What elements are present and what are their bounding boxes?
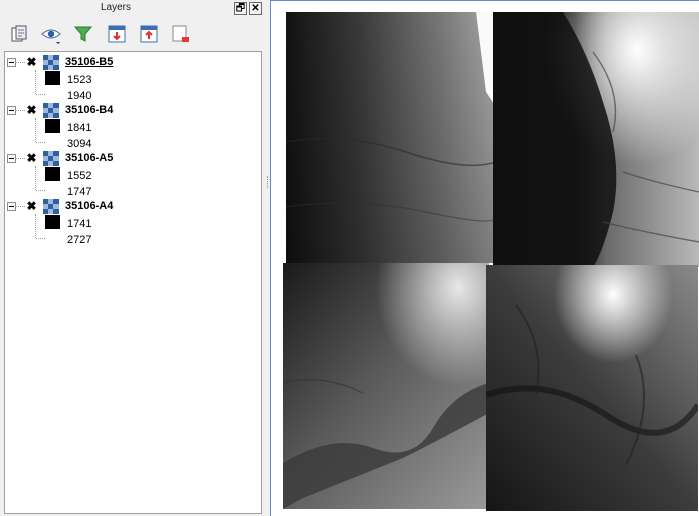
tree-connector: [36, 94, 45, 95]
legend-row-max: 1747: [5, 183, 261, 199]
float-panel-button[interactable]: 🗗: [234, 2, 247, 15]
layers-toolbar: [4, 18, 264, 48]
legend-row-min: 1841: [5, 119, 261, 135]
raster-layer-icon: [43, 55, 59, 70]
layer-name: 35106-A5: [65, 152, 114, 164]
legend-row-max: 1940: [5, 87, 261, 103]
tree-connector: [16, 110, 25, 111]
color-ramp-swatch: [45, 71, 60, 85]
collapse-toggle-icon[interactable]: [7, 154, 16, 163]
layer-visibility-checkbox[interactable]: ✖: [26, 200, 37, 212]
legend-max-value: 1940: [67, 90, 92, 102]
color-ramp-swatch: [45, 215, 60, 229]
tree-connector: [16, 158, 25, 159]
legend-row-max: 2727: [5, 231, 261, 247]
remove-layer-icon[interactable]: [170, 23, 192, 45]
raster-tile-a5: [283, 263, 489, 509]
legend-row-min: 1741: [5, 215, 261, 231]
legend-max-value: 1747: [67, 186, 92, 198]
collapse-toggle-icon[interactable]: [7, 106, 16, 115]
expand-all-icon[interactable]: [106, 23, 128, 45]
layer-visibility-checkbox[interactable]: ✖: [26, 56, 37, 68]
collapse-toggle-icon[interactable]: [7, 202, 16, 211]
legend-row-min: 1523: [5, 71, 261, 87]
tree-connector: [36, 190, 45, 191]
map-canvas[interactable]: [270, 0, 699, 516]
layer-tree: ✖ 35106-B5 1523 1940 ✖ 35106-B4 1841 3094 ✖ 35106…: [4, 51, 262, 514]
legend-min-value: 1841: [67, 122, 92, 134]
legend-min-value: 1741: [67, 218, 92, 230]
tree-connector: [16, 62, 25, 63]
layer-name: 35106-A4: [65, 200, 114, 212]
collapse-toggle-icon[interactable]: [7, 58, 16, 67]
legend-max-value: 3094: [67, 138, 92, 150]
legend-row-max: 3094: [5, 135, 261, 151]
panel-title: Layers: [100, 2, 131, 13]
raster-layer-icon: [43, 151, 59, 166]
legend-min-value: 1523: [67, 74, 92, 86]
raster-tile-b4: [493, 12, 699, 267]
collapse-all-icon[interactable]: [138, 23, 160, 45]
tree-connector: [16, 206, 25, 207]
raster-layer-icon: [43, 199, 59, 214]
raster-layer-icon: [43, 103, 59, 118]
legend-min-value: 1552: [67, 170, 92, 182]
layer-item[interactable]: ✖ 35106-A4: [5, 199, 261, 215]
tree-connector: [36, 142, 45, 143]
color-ramp-swatch: [45, 119, 60, 133]
layer-name: 35106-B4: [65, 104, 114, 116]
visibility-icon[interactable]: [40, 23, 62, 45]
legend-row-min: 1552: [5, 167, 261, 183]
layer-visibility-checkbox[interactable]: ✖: [26, 104, 37, 116]
close-panel-button[interactable]: ✕: [249, 2, 262, 15]
legend-max-value: 2727: [67, 234, 92, 246]
color-ramp-swatch: [45, 167, 60, 181]
raster-tile-b5: [286, 12, 496, 263]
layers-panel: Layers 🗗 ✕ ✖ 35106-B5 1523 1940 ✖ 35106-…: [0, 0, 266, 516]
layer-name: 35106-B5: [65, 56, 114, 68]
tree-connector: [36, 238, 45, 239]
layer-item[interactable]: ✖ 35106-A5: [5, 151, 261, 167]
add-layer-icon[interactable]: [8, 23, 30, 45]
layer-item[interactable]: ✖ 35106-B5: [5, 55, 261, 71]
layer-item[interactable]: ✖ 35106-B4: [5, 103, 261, 119]
filter-icon[interactable]: [72, 23, 94, 45]
layer-visibility-checkbox[interactable]: ✖: [26, 152, 37, 164]
raster-tile-a4: [486, 265, 698, 511]
